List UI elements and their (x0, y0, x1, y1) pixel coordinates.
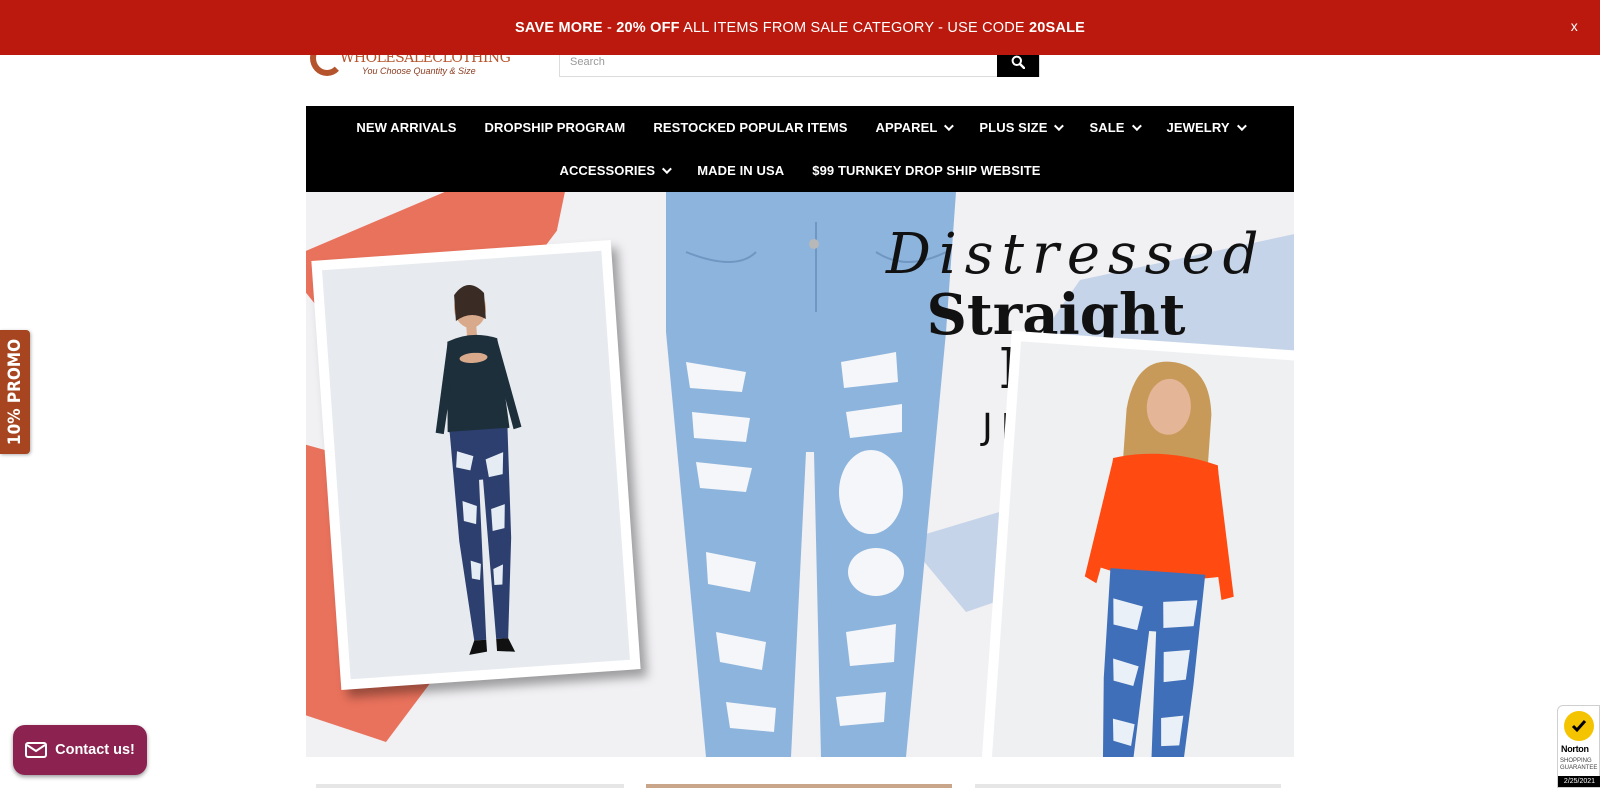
promo-side-tab[interactable]: 10% PROMO (0, 330, 30, 454)
main-navigation: NEW ARRIVALS DROPSHIP PROGRAM RESTOCKED … (306, 106, 1294, 192)
product-preview[interactable] (316, 784, 624, 788)
nav-item-dropship-program[interactable]: DROPSHIP PROGRAM (471, 120, 640, 135)
nav-item-restocked-popular-items[interactable]: RESTOCKED POPULAR ITEMS (639, 120, 861, 135)
nav-item-label: RESTOCKED POPULAR ITEMS (653, 120, 848, 135)
product-preview[interactable] (646, 784, 952, 788)
model-illustration (1084, 361, 1234, 757)
norton-name: Norton (1561, 744, 1589, 754)
promo-save-more: SAVE MORE (515, 19, 603, 36)
nav-item-label: ACCESSORIES (559, 163, 656, 178)
contact-button-label: Contact us! (55, 742, 135, 758)
nav-item-label: NEW ARRIVALS (356, 120, 457, 135)
chevron-down-icon (944, 121, 955, 132)
promo-discount: 20% OFF (616, 19, 680, 36)
logo-tagline: You Choose Quantity & Size (362, 66, 476, 76)
contact-us-button[interactable]: Contact us! (13, 725, 147, 775)
chevron-down-icon (1054, 121, 1065, 132)
nav-item-label: JEWELRY (1166, 120, 1230, 135)
promo-text: SAVE MORE - 20% OFF ALL ITEMS FROM SALE … (515, 20, 1085, 36)
nav-item-label: APPAREL (875, 120, 938, 135)
chevron-down-icon (662, 164, 673, 175)
promo-close-button[interactable]: x (1571, 18, 1578, 34)
nav-item-apparel[interactable]: APPAREL (862, 120, 966, 135)
nav-item-label: DROPSHIP PROGRAM (484, 120, 626, 135)
promo-description: ALL ITEMS FROM SALE CATEGORY - USE CODE (679, 19, 1029, 36)
norton-guarantee-text: SHOPPING GUARANTEE (1560, 758, 1600, 772)
hero-title-script: Distressed (886, 222, 1267, 287)
model-illustration (435, 285, 522, 655)
mail-icon (25, 742, 48, 758)
promo-code: 20SALE (1029, 19, 1085, 36)
nav-item-label: MADE IN USA (697, 163, 785, 178)
nav-item-plus-size[interactable]: PLUS SIZE (965, 120, 1075, 135)
nav-item-made-in-usa[interactable]: MADE IN USA (683, 163, 798, 178)
nav-item-jewelry[interactable]: JEWELRY (1153, 120, 1258, 135)
nav-item-label: SALE (1089, 120, 1125, 135)
nav-item-accessories[interactable]: ACCESSORIES (545, 163, 683, 178)
promo-tab-label: 10% PROMO (5, 338, 26, 446)
promo-banner: SAVE MORE - 20% OFF ALL ITEMS FROM SALE … (0, 0, 1600, 55)
product-preview[interactable] (975, 784, 1281, 788)
nav-item-label: PLUS SIZE (979, 120, 1048, 135)
norton-shopping-guarantee-badge[interactable]: Norton SHOPPING GUARANTEE 2/25/2021 (1557, 705, 1600, 788)
hero-photo-model-left (311, 240, 641, 690)
norton-line2: GUARANTEE (1560, 765, 1598, 771)
hero-photo-model-right (981, 330, 1294, 757)
norton-line1: SHOPPING (1560, 758, 1592, 764)
nav-item-new-arrivals[interactable]: NEW ARRIVALS (342, 120, 470, 135)
nav-item-sale[interactable]: SALE (1075, 120, 1152, 135)
promo-separator: - (602, 19, 617, 36)
search-icon (1011, 55, 1025, 69)
chevron-down-icon (1236, 121, 1247, 132)
nav-item-label: $99 TURNKEY DROP SHIP WEBSITE (812, 163, 1041, 178)
hero-banner[interactable]: Distressed Straight Leg JEANS (306, 192, 1294, 757)
norton-date: 2/25/2021 (1558, 776, 1600, 787)
checkmark-icon (1564, 711, 1594, 741)
nav-row-2: ACCESSORIES MADE IN USA $99 TURNKEY DROP… (306, 149, 1294, 192)
chevron-down-icon (1131, 121, 1142, 132)
nav-item-turnkey-website[interactable]: $99 TURNKEY DROP SHIP WEBSITE (798, 163, 1054, 178)
nav-row-1: NEW ARRIVALS DROPSHIP PROGRAM RESTOCKED … (306, 106, 1294, 149)
